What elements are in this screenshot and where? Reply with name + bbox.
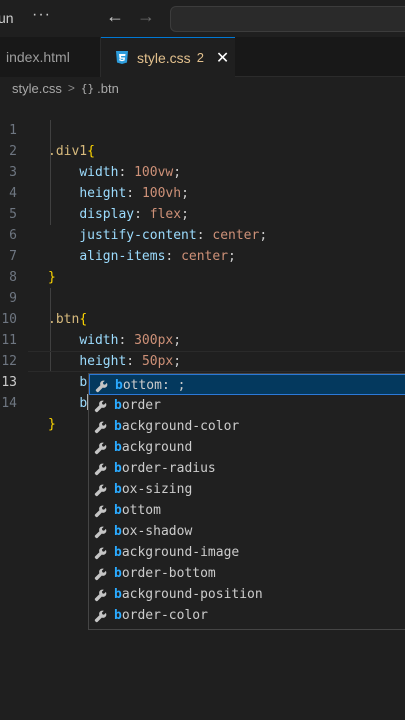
close-brace: }: [48, 417, 56, 432]
suggestion-item[interactable]: background: [89, 437, 405, 458]
wrench-icon: [94, 483, 107, 497]
editor-tab-bar: index.html style.css 2 ✕: [0, 37, 405, 77]
close-icon[interactable]: ✕: [216, 48, 229, 68]
suggestion-label: ackground: [121, 440, 193, 455]
suggestion-item[interactable]: bottom: ;: [89, 374, 405, 395]
suggestion-match: b: [114, 440, 122, 455]
suggestion-match: b: [114, 503, 122, 518]
wrench-icon: [95, 379, 108, 393]
suggestion-label: ackground-color: [121, 419, 240, 434]
code-line: 13 b: [0, 351, 405, 411]
suggestion-widget: bottom: ; border background-color backgroun…: [88, 373, 405, 630]
problems-count-badge: 2: [196, 50, 204, 65]
css-file-icon: [115, 50, 129, 65]
suggestion-match: b: [114, 461, 122, 476]
suggestion-match: b: [114, 482, 122, 497]
code-line: 7 }: [0, 225, 405, 285]
suggestion-match: b: [114, 566, 122, 581]
suggestion-label: ox-shadow: [121, 524, 193, 539]
code-line: 8: [0, 246, 405, 285]
suggestion-label: ottom: ;: [122, 378, 186, 393]
code-line: 5 justify-content: center;: [0, 183, 405, 243]
suggestion-match: b: [114, 398, 122, 413]
wrench-icon: [94, 525, 107, 539]
code-line: 9 .btn{: [0, 267, 405, 327]
suggestion-item[interactable]: background-image: [89, 542, 405, 563]
suggestion-item[interactable]: border-radius: [89, 458, 405, 479]
suggestion-label: ox-sizing: [121, 482, 193, 497]
suggestion-item[interactable]: border: [89, 395, 405, 416]
wrench-icon: [94, 546, 107, 560]
suggestion-label: ottom: [121, 503, 161, 518]
suggestion-label: ackground-position: [121, 587, 263, 602]
menu-run[interactable]: un: [0, 10, 14, 26]
suggestion-match: b: [115, 378, 123, 393]
code-line: 12 background-color: aqua;: [0, 330, 405, 390]
wrench-icon: [94, 462, 107, 476]
suggestion-item[interactable]: box-shadow: [89, 521, 405, 542]
chevron-right-icon: >: [67, 81, 75, 95]
wrench-icon: [94, 504, 107, 518]
wrench-icon: [94, 609, 107, 623]
forward-arrow-icon[interactable]: →: [137, 6, 155, 27]
more-menu-icon[interactable]: ···: [32, 6, 51, 24]
tab-style-css[interactable]: style.css 2 ✕: [101, 37, 235, 77]
suggestion-item[interactable]: box-sizing: [89, 479, 405, 500]
code-line: 6 align-items: center;: [0, 204, 405, 264]
wrench-icon: [94, 588, 107, 602]
code-line: 1 .div1{: [0, 99, 405, 159]
suggestion-label: ackground-image: [121, 545, 240, 560]
tab-label: index.html: [6, 49, 70, 65]
line-number: 14: [1, 396, 17, 411]
wrench-icon: [94, 420, 107, 434]
suggestion-match: b: [114, 524, 122, 539]
suggestion-item[interactable]: background-position: [89, 584, 405, 605]
code-line: 4 display: flex;: [0, 162, 405, 222]
suggestion-item[interactable]: bottom: [89, 500, 405, 521]
code-line: 10 width: 300px;: [0, 288, 405, 348]
suggestion-match: b: [114, 419, 122, 434]
suggestion-match: b: [114, 545, 122, 560]
suggestion-item[interactable]: background-color: [89, 416, 405, 437]
code-line: 11 height: 50px;: [0, 309, 405, 369]
suggestion-item[interactable]: border-color: [89, 605, 405, 626]
back-arrow-icon[interactable]: ←: [106, 6, 124, 27]
typed-text: b: [79, 396, 88, 411]
wrench-icon: [94, 441, 107, 455]
breadcrumb-file[interactable]: style.css: [12, 81, 62, 96]
tab-label: style.css: [137, 49, 191, 66]
suggestion-label: order: [121, 398, 161, 413]
title-bar: un ··· ← →: [0, 0, 405, 37]
code-line: 3 height: 100vh;: [0, 141, 405, 201]
css-rule-icon: {}: [80, 81, 95, 95]
tab-index-html[interactable]: index.html: [0, 37, 101, 77]
suggestion-item[interactable]: border-bottom: [89, 563, 405, 584]
wrench-icon: [94, 399, 107, 413]
suggestion-label: order-bottom: [121, 566, 216, 581]
breadcrumb: style.css > {} .btn: [0, 77, 405, 99]
suggestion-label: order-radius: [121, 461, 216, 476]
suggestion-match: b: [114, 608, 122, 623]
suggestion-label: order-color: [121, 608, 208, 623]
wrench-icon: [94, 567, 107, 581]
suggestion-match: b: [114, 587, 122, 602]
code-line: 2 width: 100vw;: [0, 120, 405, 180]
breadcrumb-symbol[interactable]: .btn: [97, 81, 119, 96]
command-center-search[interactable]: [170, 6, 405, 32]
